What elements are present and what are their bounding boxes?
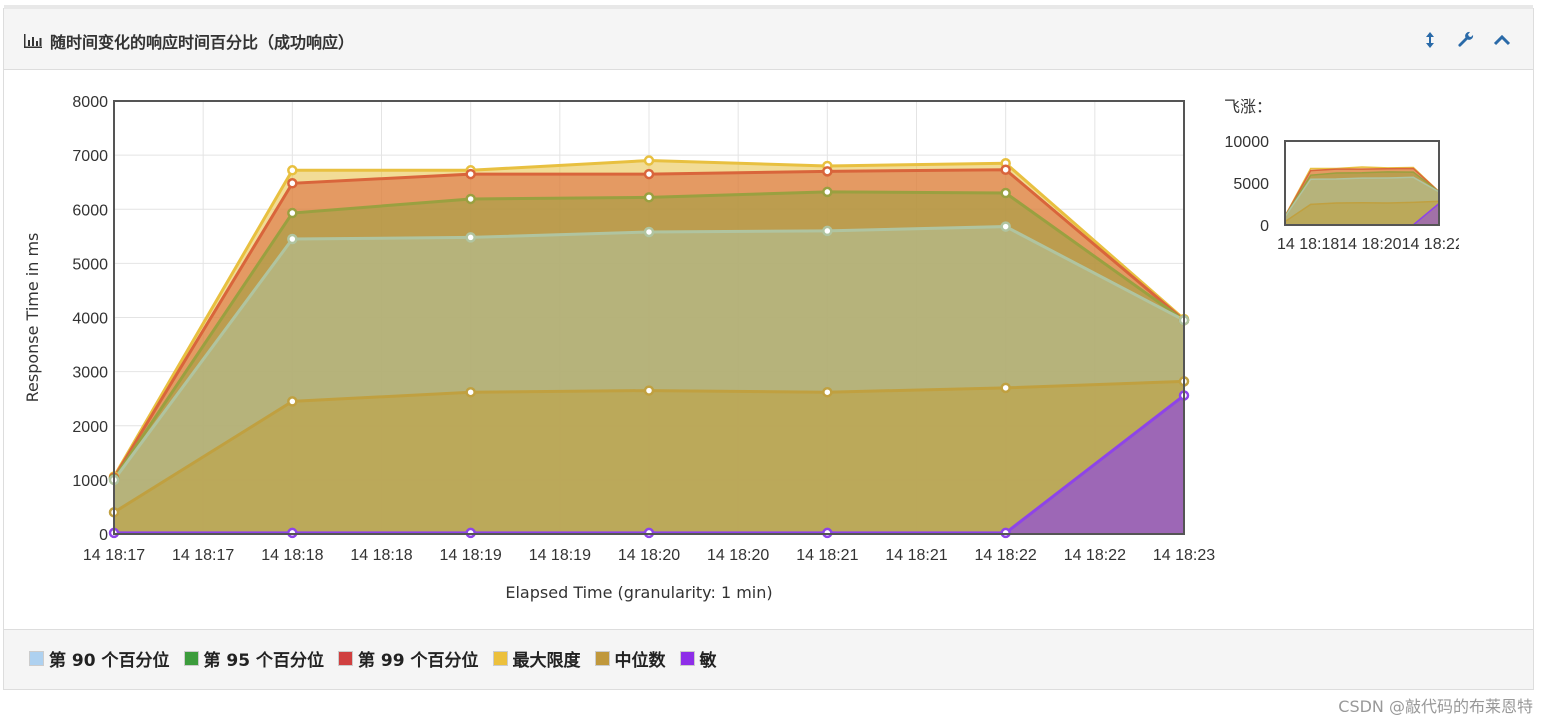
x-tick-label: 14 18:20 (707, 547, 769, 564)
legend-label: 第 95 个百分位 (203, 651, 325, 671)
legend-swatch (492, 651, 508, 666)
data-point[interactable] (465, 193, 476, 205)
x-tick-label: 14 18:17 (172, 547, 234, 564)
chevron-up-icon[interactable] (1493, 31, 1511, 49)
legend-label: 中位数 (614, 651, 666, 671)
legend-item[interactable]: 中位数 (594, 646, 666, 671)
graph-panel: 随时间变化的响应时间百分比（成功响应） 0 1000 2000 3000 4000 500… (3, 5, 1534, 690)
x-tick-label: 14 18:21 (796, 547, 858, 564)
y-tick-label: 8000 (72, 94, 108, 111)
overview-title: 飞涨： (1224, 97, 1273, 116)
y-axis-label: Response Time in ms (23, 233, 42, 403)
panel-heading: 随时间变化的响应时间百分比（成功响应） (4, 9, 1533, 70)
y-tick-label: 7000 (72, 148, 108, 165)
overview-chart[interactable]: 10000 5000 0 14 18:1814 18:2014 18:22 (1219, 129, 1460, 309)
legend-swatch (183, 651, 199, 666)
data-point[interactable] (1000, 187, 1011, 199)
data-point[interactable] (643, 192, 655, 203)
data-point[interactable] (822, 225, 833, 237)
data-point[interactable] (1000, 164, 1011, 175)
legend-swatch (679, 651, 695, 666)
legend-swatch (338, 651, 353, 666)
legend-item[interactable]: 第 99 个百分位 (338, 646, 479, 671)
panel-footer: 第 90 个百分位 第 95 个百分位 第 99 个百分位 最大限度 中位数 敏 (4, 629, 1533, 689)
legend-item[interactable]: 第 95 个百分位 (183, 646, 325, 671)
x-tick-label: 14 18:18 (350, 547, 412, 564)
data-point[interactable] (1000, 382, 1011, 394)
data-point[interactable] (287, 527, 298, 539)
x-tick-label: 14 18:20 (618, 547, 680, 564)
legend-label: 第 90 个百分位 (49, 651, 170, 671)
panel-title: 随时间变化的响应时间百分比（成功响应） (24, 29, 354, 53)
y-tick-label: 3000 (72, 365, 108, 382)
y-tick-label: 6000 (72, 202, 108, 219)
x-tick-label: 14 18:22 (975, 547, 1037, 564)
x-tick-label: 14 18:21 (885, 547, 947, 564)
bar-chart-icon (24, 34, 42, 48)
response-time-chart: 0 1000 2000 3000 4000 5000 6000 7000 8000 14 18:1… (23, 94, 1215, 602)
data-point[interactable] (465, 386, 476, 398)
chart-legend: 第 90 个百分位 第 95 个百分位 第 99 个百分位 最大限度 中位数 敏 (29, 646, 717, 671)
legend-label: 最大限度 (512, 651, 581, 671)
overview-x-ticks: 14 18:1814 18:2014 18:22 (1277, 236, 1459, 253)
resize-vertical-icon[interactable] (1421, 31, 1439, 49)
data-point[interactable] (643, 168, 655, 180)
legend-label: 第 99 个百分位 (358, 651, 479, 671)
data-point[interactable] (643, 385, 655, 396)
legend-item[interactable]: 敏 (679, 646, 717, 671)
x-axis-label: Elapsed Time (granularity: 1 min) (505, 583, 772, 602)
data-point[interactable] (822, 166, 833, 177)
y-tick-label: 5000 (72, 256, 108, 273)
data-point[interactable] (643, 226, 655, 238)
y-tick-label: 0 (99, 527, 108, 544)
data-point[interactable] (287, 396, 298, 407)
legend-swatch (594, 651, 610, 666)
y-tick-label: 4000 (72, 311, 108, 328)
legend-item[interactable]: 第 90 个百分位 (29, 646, 170, 671)
overview-y-tick: 10000 (1225, 134, 1270, 151)
data-point[interactable] (287, 178, 298, 189)
x-tick-label: 14 18:19 (440, 547, 502, 564)
x-tick-label: 14 18:19 (529, 547, 591, 564)
x-tick-label: 14 18:18 (261, 547, 323, 564)
legend-swatch (29, 651, 44, 666)
data-point[interactable] (465, 168, 476, 180)
y-tick-label: 1000 (72, 473, 108, 490)
legend-label: 敏 (699, 651, 717, 671)
data-point[interactable] (822, 527, 833, 539)
data-point[interactable] (643, 527, 655, 539)
x-tick-label: 14 18:17 (83, 547, 145, 564)
data-point[interactable] (287, 207, 298, 219)
legend-item[interactable]: 最大限度 (492, 646, 581, 671)
overview-y-tick: 0 (1260, 218, 1269, 235)
data-point[interactable] (1000, 527, 1011, 539)
data-point[interactable] (822, 186, 833, 198)
y-tick-label: 2000 (72, 419, 108, 436)
data-point[interactable] (1000, 221, 1011, 232)
overview-y-tick: 5000 (1233, 176, 1269, 193)
x-tick-label: 14 18:22 (1064, 547, 1126, 564)
data-point[interactable] (287, 165, 298, 176)
data-point[interactable] (643, 155, 655, 166)
panel-tools (1421, 31, 1511, 49)
data-point[interactable] (822, 386, 833, 398)
x-tick-label: 14 18:23 (1153, 547, 1215, 564)
data-point[interactable] (465, 527, 476, 539)
watermark: CSDN @敲代码的布莱恩特 (1338, 697, 1533, 716)
wrench-icon[interactable] (1457, 31, 1475, 49)
data-point[interactable] (287, 233, 298, 245)
panel-title-text: 随时间变化的响应时间百分比（成功响应） (50, 33, 355, 52)
data-point[interactable] (465, 232, 476, 243)
